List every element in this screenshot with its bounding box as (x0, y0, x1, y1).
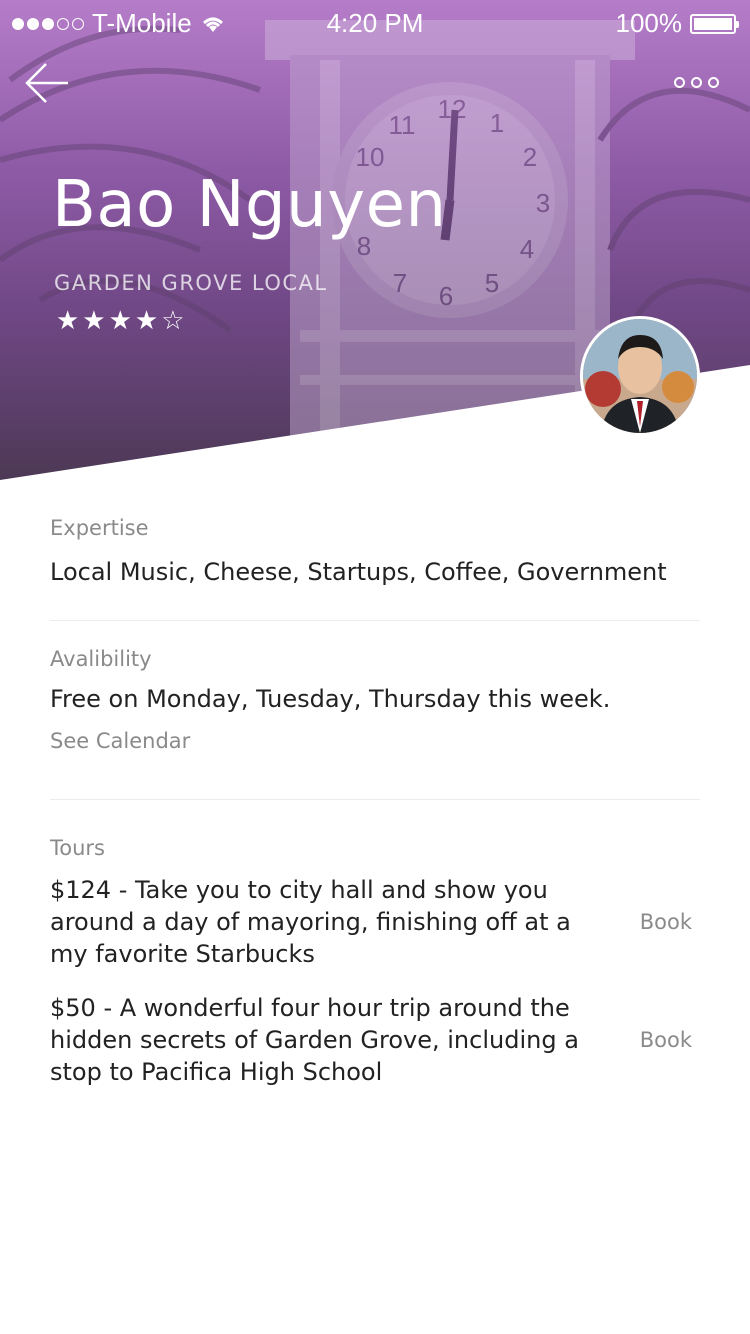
availability-value: Free on Monday, Tuesday, Thursday this w… (50, 685, 611, 713)
tour-description: $124 - Take you to city hall and show yo… (50, 876, 571, 968)
more-options-icon[interactable] (674, 70, 722, 94)
battery-icon (690, 13, 739, 34)
expertise-section: Expertise Local Music, Cheese, Startups,… (50, 510, 700, 621)
expertise-label: Expertise (50, 516, 149, 540)
tours-section: Tours $124 - Take you to city hall and s… (50, 836, 700, 1088)
profile-subtitle: GARDEN GROVE LOCAL (54, 271, 328, 295)
avatar[interactable] (580, 316, 700, 436)
status-bar: T-Mobile 4:20 PM 100% (0, 0, 750, 44)
book-button[interactable]: Book (603, 1028, 700, 1052)
rating-stars: ★★★★☆ (56, 306, 188, 336)
profile-name: Bao Nguyen (52, 168, 447, 242)
tours-label: Tours (50, 836, 105, 860)
availability-label: Avalibility (50, 647, 152, 671)
battery-percentage: 100% (615, 8, 683, 38)
see-calendar-link[interactable]: See Calendar (50, 729, 700, 753)
book-button[interactable]: Book (603, 910, 700, 934)
tour-description: $50 - A wonderful four hour trip around … (50, 994, 579, 1086)
expertise-value: Local Music, Cheese, Startups, Coffee, G… (50, 558, 667, 586)
availability-section: Avalibility Free on Monday, Tuesday, Thu… (50, 647, 700, 800)
back-arrow-icon[interactable] (24, 60, 70, 106)
avatar-photo (583, 319, 697, 433)
tour-item: $50 - A wonderful four hour trip around … (50, 992, 700, 1088)
tour-item: $124 - Take you to city hall and show yo… (50, 874, 700, 970)
profile-details: Expertise Local Music, Cheese, Startups,… (50, 510, 700, 1088)
